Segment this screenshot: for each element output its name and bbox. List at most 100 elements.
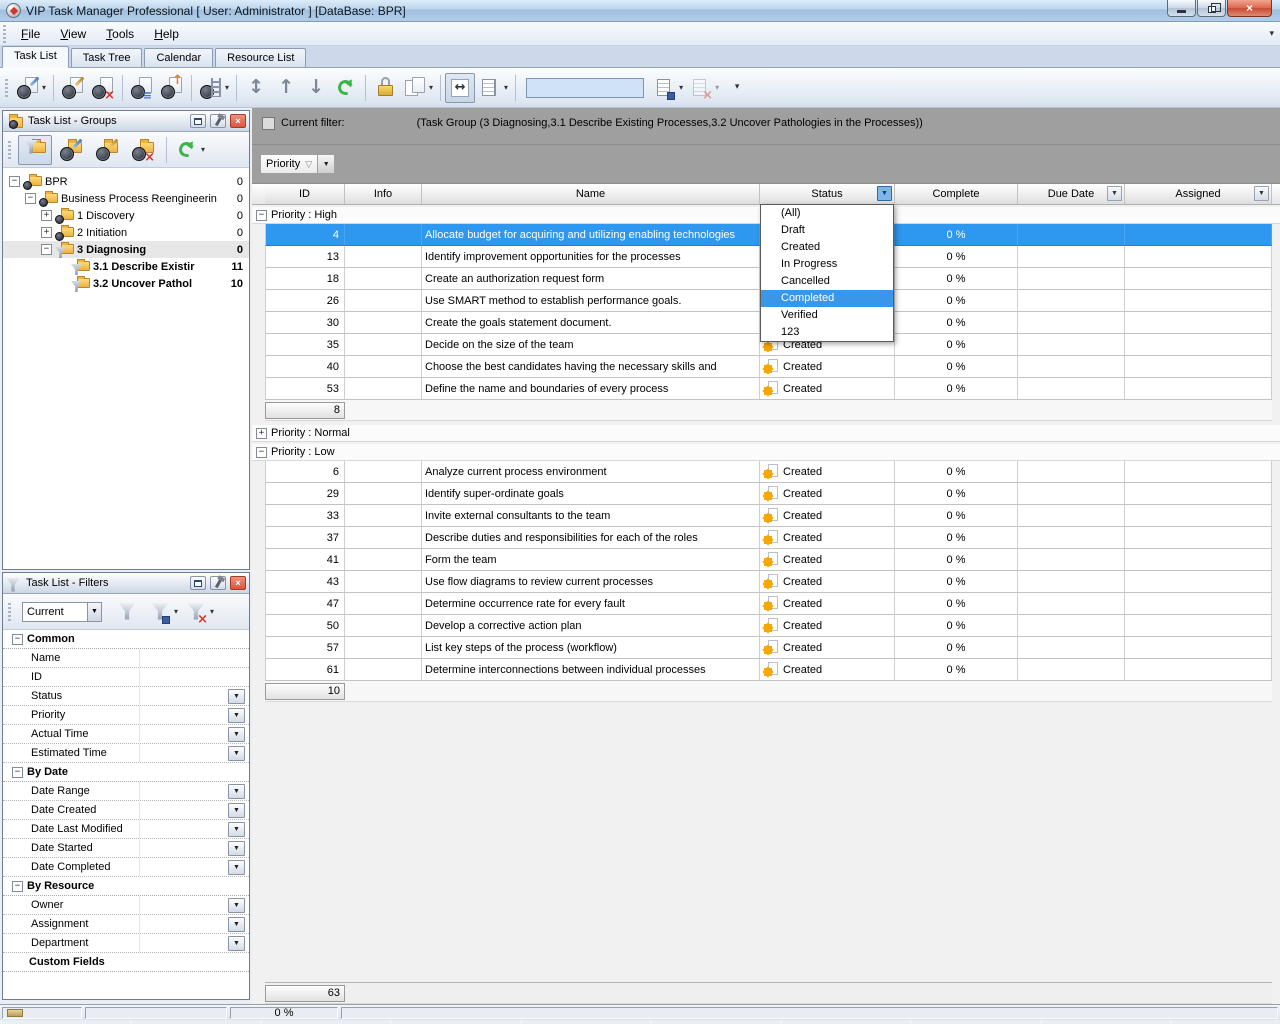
filter-field-value[interactable] xyxy=(139,858,228,876)
filter-field-value[interactable] xyxy=(139,896,228,914)
refresh-button[interactable] xyxy=(331,73,361,103)
panel-restore-button[interactable] xyxy=(190,576,206,590)
menu-file[interactable]: File xyxy=(11,23,50,45)
search-input[interactable] xyxy=(526,78,644,98)
filter-field-dropdown-button[interactable]: ▼ xyxy=(228,784,245,799)
group-expander-minus-icon[interactable]: − xyxy=(256,447,267,458)
column-chooser-button[interactable]: ▾ xyxy=(475,73,511,103)
panel-pin-button[interactable] xyxy=(210,114,226,128)
tree-expander-minus-icon[interactable]: − xyxy=(25,193,36,204)
column-header-id[interactable]: ID xyxy=(265,184,345,204)
tree-expander-minus-icon[interactable]: − xyxy=(41,244,52,255)
task-row[interactable]: 37Describe duties and responsibilities f… xyxy=(265,527,1272,549)
section-expander-minus-icon[interactable]: − xyxy=(12,767,23,778)
delete-view-button[interactable]: ×▾ xyxy=(686,73,722,103)
filter-field-dropdown-button[interactable]: ▼ xyxy=(228,803,245,818)
filter-field-dropdown-button[interactable]: ▼ xyxy=(228,689,245,704)
tree-expander-minus-icon[interactable]: − xyxy=(9,176,20,187)
copy-paste-button[interactable]: ▾ xyxy=(400,73,436,103)
menu-view[interactable]: View xyxy=(50,23,96,45)
filter-section-custom-fields[interactable]: Custom Fields xyxy=(3,953,249,972)
task-row[interactable]: 57List key steps of the process (workflo… xyxy=(265,637,1272,659)
save-view-button[interactable]: ▾ xyxy=(650,73,686,103)
apply-filter-button[interactable] xyxy=(110,597,144,627)
permissions-button[interactable] xyxy=(370,73,400,103)
task-row[interactable]: 33Invite external consultants to the tea… xyxy=(265,505,1272,527)
status-option-created[interactable]: Created xyxy=(761,239,893,256)
move-up-button[interactable]: ↑ xyxy=(271,73,301,103)
task-row[interactable]: 53Define the name and boundaries of ever… xyxy=(265,378,1272,400)
edit-task-button[interactable] xyxy=(58,73,88,103)
panel-close-button[interactable]: × xyxy=(230,576,246,590)
tree-node-bpr[interactable]: −BPR0 xyxy=(3,173,249,190)
section-expander-minus-icon[interactable]: − xyxy=(12,634,23,645)
column-filter-button-due-date[interactable]: ▼ xyxy=(1107,186,1122,201)
tree-node-business-process-reengineerin[interactable]: −Business Process Reengineerin0 xyxy=(3,190,249,207)
filter-preset-combobox[interactable]: Current ▼ xyxy=(22,602,102,622)
menu-overflow-button[interactable]: ▾ xyxy=(1269,28,1274,39)
filter-by-group-button[interactable] xyxy=(18,135,52,165)
task-row[interactable]: 41Form the teamCreated0 % xyxy=(265,549,1272,571)
filter-field-value[interactable] xyxy=(139,820,228,838)
group-by-dropdown-button[interactable]: ▼ xyxy=(318,154,335,174)
filter-field-value[interactable] xyxy=(139,801,228,819)
task-row[interactable]: 61Determine interconnections between ind… xyxy=(265,659,1272,681)
task-info-button[interactable]: ≡ xyxy=(127,73,157,103)
filter-section-by-date[interactable]: −By Date xyxy=(3,763,249,782)
filter-field-value[interactable] xyxy=(139,706,228,724)
tree-node-2-initiation[interactable]: +2 Initiation0 xyxy=(3,224,249,241)
status-option-verified[interactable]: Verified xyxy=(761,307,893,324)
group-by-priority-chip[interactable]: Priority ▽ xyxy=(260,154,318,174)
group-header-priority-normal[interactable]: +Priority : Normal xyxy=(252,425,1280,442)
clear-filter-button[interactable]: ×▾ xyxy=(182,597,216,627)
filter-field-dropdown-button[interactable]: ▼ xyxy=(228,936,245,951)
column-header-info[interactable]: Info xyxy=(345,184,422,204)
task-row[interactable]: 40Choose the best candidates having the … xyxy=(265,356,1272,378)
group-expander-minus-icon[interactable]: − xyxy=(256,210,267,221)
toolbar-overflow-button[interactable]: ▾ xyxy=(722,73,752,103)
column-header-name[interactable]: Name xyxy=(422,184,760,204)
filter-field-value[interactable] xyxy=(139,744,228,762)
fit-columns-button[interactable]: ↔ xyxy=(445,73,475,103)
panel-close-button[interactable]: × xyxy=(230,114,246,128)
column-filter-button-assigned[interactable]: ▼ xyxy=(1254,186,1269,201)
task-row[interactable]: 6Analyze current process environmentCrea… xyxy=(265,461,1272,483)
filter-field-dropdown-button[interactable]: ▼ xyxy=(228,841,245,856)
column-header-status[interactable]: Status▼ xyxy=(760,184,895,204)
task-priority-button[interactable]: ↑ xyxy=(157,73,187,103)
column-header-complete[interactable]: Complete xyxy=(895,184,1018,204)
filter-field-dropdown-button[interactable]: ▼ xyxy=(228,822,245,837)
task-row[interactable]: 50Develop a corrective action planCreate… xyxy=(265,615,1272,637)
move-down-button[interactable]: ↓ xyxy=(301,73,331,103)
status-option-completed[interactable]: Completed xyxy=(761,290,893,307)
panel-pin-button[interactable] xyxy=(210,576,226,590)
filter-field-value[interactable] xyxy=(139,839,228,857)
minimize-button[interactable] xyxy=(1167,0,1196,17)
filter-field-dropdown-button[interactable]: ▼ xyxy=(228,917,245,932)
new-group-button[interactable] xyxy=(54,135,88,165)
delete-group-button[interactable]: × xyxy=(126,135,160,165)
section-expander-minus-icon[interactable]: − xyxy=(12,881,23,892)
filter-field-value[interactable] xyxy=(139,725,228,743)
filter-field-dropdown-button[interactable]: ▼ xyxy=(228,860,245,875)
filter-section-by-resource[interactable]: −By Resource xyxy=(3,877,249,896)
filter-field-value[interactable] xyxy=(139,649,249,667)
new-task-button[interactable]: ▾ xyxy=(13,73,49,103)
restore-button[interactable] xyxy=(1197,0,1226,17)
edit-group-button[interactable] xyxy=(90,135,124,165)
status-option-in-progress[interactable]: In Progress xyxy=(761,256,893,273)
tab-task-list[interactable]: Task List xyxy=(2,46,69,68)
filter-field-dropdown-button[interactable]: ▼ xyxy=(228,898,245,913)
task-row[interactable]: 29Identify super-ordinate goalsCreated0 … xyxy=(265,483,1272,505)
filter-field-value[interactable] xyxy=(139,668,249,686)
menu-tools[interactable]: Tools xyxy=(96,23,144,45)
filter-section-common[interactable]: −Common xyxy=(3,630,249,649)
tab-calendar[interactable]: Calendar xyxy=(144,48,213,67)
filter-field-value[interactable] xyxy=(139,687,228,705)
filter-field-value[interactable] xyxy=(139,934,228,952)
status-option-123[interactable]: 123 xyxy=(761,324,893,341)
tree-node-1-discovery[interactable]: +1 Discovery0 xyxy=(3,207,249,224)
tree-node-3-1-describe-existir[interactable]: 3.1 Describe Existir11 xyxy=(3,258,249,275)
status-option-all[interactable]: (All) xyxy=(761,205,893,222)
group-header-priority-low[interactable]: −Priority : Low xyxy=(252,444,1280,461)
